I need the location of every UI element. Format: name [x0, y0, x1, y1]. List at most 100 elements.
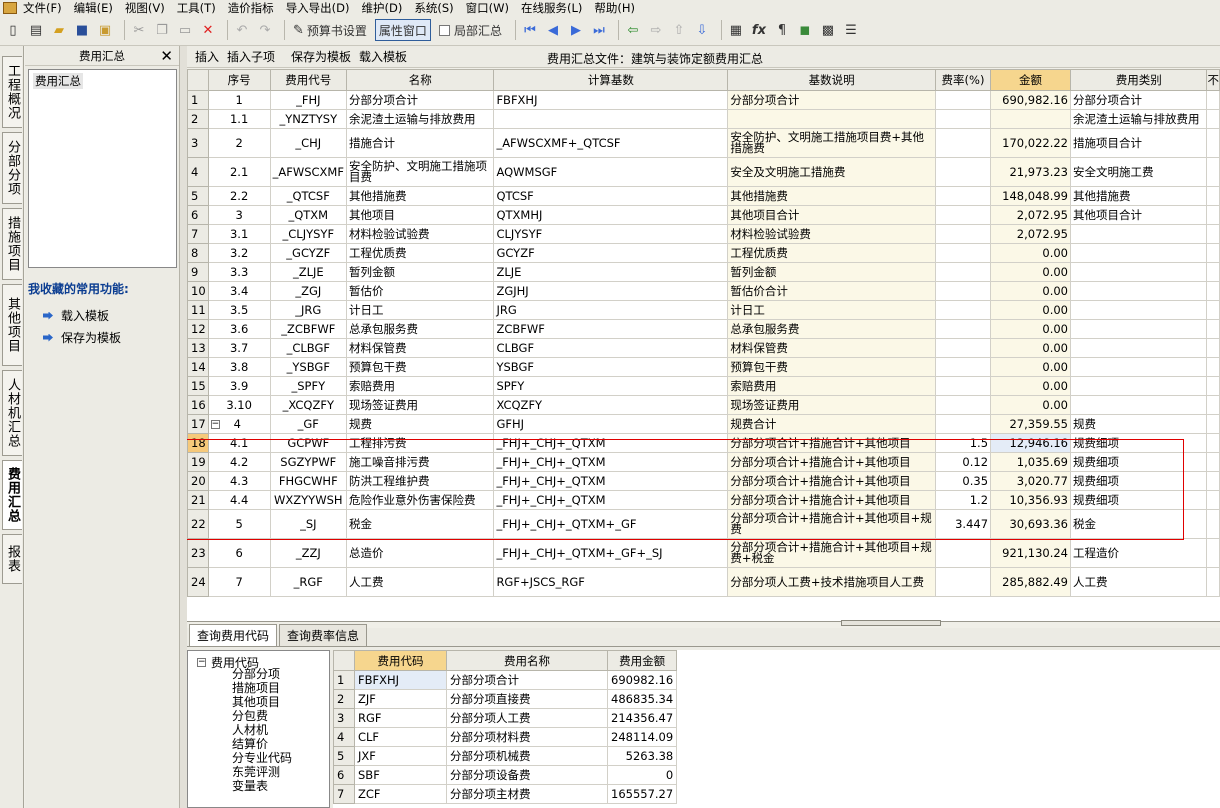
table-row[interactable]: 5 2.2 _QTCSF 其他措施费 QTCSF 其他措施费 148,048.99 其他措施费 — [187, 186, 1220, 206]
cell-name[interactable]: 税金 — [345, 509, 495, 539]
cell-category[interactable] — [1069, 395, 1208, 415]
cell-category[interactable]: 其他措施费 — [1069, 186, 1208, 206]
col-name[interactable]: 名称 — [345, 69, 495, 91]
name-cell[interactable]: 分部分项材料费 — [446, 727, 608, 747]
cell-amount[interactable]: 30,693.36 — [990, 509, 1071, 539]
cell-base-desc[interactable]: 分部分项合计+措施合计+其他项目 — [727, 490, 936, 510]
cell-seq[interactable]: 3.6 — [207, 319, 271, 339]
name-cell[interactable]: 分部分项人工费 — [446, 708, 608, 728]
move-right-icon[interactable]: ⇨ — [647, 19, 665, 41]
cell-code[interactable]: _GF — [269, 414, 347, 434]
cell-amount[interactable]: 921,130.24 — [990, 538, 1071, 568]
code-cell[interactable]: ZCF — [354, 784, 447, 804]
menu-tools[interactable]: 工具(T) — [177, 0, 216, 16]
code-cell[interactable]: SBF — [354, 765, 447, 785]
tree-leaf[interactable]: 分专业代码 — [232, 752, 292, 764]
table-row[interactable]: 1 1 _FHJ 分部分项合计 FBFXHJ 分部分项合计 690,982.16 分部分项合计 — [187, 90, 1220, 110]
table-row[interactable]: 3 2 _CHJ 措施合计 _AFWSCXMF+_QTCSF 安全防护、文明施工措施项目费… — [187, 128, 1220, 158]
move-left-icon[interactable]: ⇦ — [624, 19, 642, 41]
cell-base-desc[interactable]: 预算包干费 — [727, 357, 936, 377]
cell-rate[interactable] — [934, 157, 992, 187]
cell-base-desc[interactable]: 暂列金额 — [727, 262, 936, 282]
cell-category[interactable] — [1069, 224, 1208, 244]
col-base[interactable]: 计算基数 — [493, 69, 729, 91]
tree-leaf[interactable]: 变量表 — [232, 780, 268, 792]
cell-base[interactable]: SPFY — [493, 376, 729, 396]
cell-amount[interactable]: 0.00 — [990, 300, 1071, 320]
cell-base-desc[interactable]: 分部分项合计+措施合计+其他项目+规费+税金 — [727, 538, 936, 568]
cell-base-desc[interactable] — [727, 109, 936, 129]
cell-name[interactable]: 危险作业意外伤害保险费 — [345, 490, 495, 510]
cell-base-desc[interactable]: 分部分项合计+措施合计+其他项目 — [727, 433, 936, 453]
fav-load-template[interactable]: 载入模板 — [43, 307, 109, 324]
name-cell[interactable]: 分部分项合计 — [446, 670, 608, 690]
cell-code[interactable]: _ZGJ — [269, 281, 347, 301]
cell-base[interactable] — [493, 109, 729, 129]
cell-rate[interactable] — [934, 319, 992, 339]
cell-name[interactable]: 分部分项合计 — [345, 90, 495, 110]
tree-leaf[interactable]: 分部分项 — [232, 668, 280, 680]
cell-base[interactable]: RGF+JSCS_RGF — [493, 567, 729, 597]
menu-import-export[interactable]: 导入导出(D) — [286, 0, 350, 16]
table-row[interactable]: 19 4.2 SGZYPWF 施工噪音排污费 _FHJ+_CHJ+_QTXM 分部分项合计… — [187, 452, 1220, 472]
tree-leaf[interactable]: 分包费 — [232, 710, 268, 722]
cell-category[interactable] — [1069, 262, 1208, 282]
table-row[interactable]: 16 3.10 _XCQZFY 现场签证费用 XCQZFY 现场签证费用 0.00 — [187, 395, 1220, 415]
cell-base[interactable]: CLBGF — [493, 338, 729, 358]
table-row[interactable]: 23 6 _ZZJ 总造价 _FHJ+_CHJ+_QTXM+_GF+_SJ 分部分项合计+… — [187, 538, 1220, 568]
cell-seq[interactable]: 3.2 — [207, 243, 271, 263]
panel-splitter[interactable] — [179, 46, 187, 808]
cell-code[interactable]: _QTXM — [269, 205, 347, 225]
cell-base-desc[interactable]: 材料保管费 — [727, 338, 936, 358]
first-icon[interactable]: ⏮ — [521, 19, 539, 41]
cell-rate[interactable] — [934, 109, 992, 129]
cell-name[interactable]: 暂估价 — [345, 281, 495, 301]
fav-save-template[interactable]: 保存为模板 — [43, 329, 121, 346]
name-cell[interactable]: 分部分项机械费 — [446, 746, 608, 766]
cell-base-desc[interactable]: 其他措施费 — [727, 186, 936, 206]
cell-base[interactable]: _AFWSCXMF+_QTCSF — [493, 128, 729, 158]
cube-icon[interactable]: ◼ — [796, 19, 814, 41]
menu-window[interactable]: 窗口(W) — [466, 0, 509, 16]
cell-seq[interactable]: 2.2 — [207, 186, 271, 206]
cell-category[interactable]: 安全文明施工费 — [1069, 157, 1208, 187]
cell-rate[interactable] — [934, 414, 992, 434]
cell-name[interactable]: 现场签证费用 — [345, 395, 495, 415]
cell-rate[interactable] — [934, 538, 992, 568]
tab-measures[interactable]: 措施项目 — [2, 208, 22, 280]
cell-seq[interactable]: 1 — [207, 90, 271, 110]
cell-base[interactable]: ZGJHJ — [493, 281, 729, 301]
bcol-code[interactable]: 费用代码 — [354, 650, 447, 671]
cell-rate[interactable] — [934, 395, 992, 415]
cell-category[interactable] — [1069, 319, 1208, 339]
cell-base-desc[interactable]: 分部分项合计 — [727, 90, 936, 110]
cell-base[interactable]: FBFXHJ — [493, 90, 729, 110]
code-row[interactable]: 3 RGF 分部分项人工费 214356.47 — [333, 708, 678, 728]
tree-item-cost-summary[interactable]: 费用汇总 — [33, 73, 83, 89]
tree-leaf[interactable]: 结算价 — [232, 738, 268, 750]
cell-seq[interactable]: 3.3 — [207, 262, 271, 282]
table-row[interactable]: 12 3.6 _ZCBFWF 总承包服务费 ZCBFWF 总承包服务费 0.00 — [187, 319, 1220, 339]
menu-maintain[interactable]: 维护(D) — [362, 0, 403, 16]
cell-rate[interactable]: 1.5 — [934, 433, 992, 453]
tree-leaf[interactable]: 其他项目 — [232, 696, 280, 708]
cell-base-desc[interactable]: 现场签证费用 — [727, 395, 936, 415]
cell-code[interactable]: _YNZTYSY — [269, 109, 347, 129]
local-summary-toggle[interactable]: 局部汇总 — [436, 19, 505, 41]
cell-name[interactable]: 其他项目 — [345, 205, 495, 225]
name-cell[interactable]: 分部分项直接费 — [446, 689, 608, 709]
cell-name[interactable]: 施工噪音排污费 — [345, 452, 495, 472]
cell-name[interactable]: 防洪工程维护费 — [345, 471, 495, 491]
delete-icon[interactable]: ✕ — [199, 19, 217, 41]
cell-seq[interactable]: 3.7 — [207, 338, 271, 358]
cell-base-desc[interactable]: 分部分项人工费+技术措施项目人工费 — [727, 567, 936, 597]
collapse-icon[interactable]: − — [197, 658, 206, 667]
cell-name[interactable]: 工程排污费 — [345, 433, 495, 453]
cell-seq[interactable]: 3.4 — [207, 281, 271, 301]
cell-code[interactable]: SGZYPWF — [269, 452, 347, 472]
code-row[interactable]: 6 SBF 分部分项设备费 0 — [333, 765, 678, 785]
cell-rate[interactable]: 0.12 — [934, 452, 992, 472]
cell-code[interactable]: _CLBGF — [269, 338, 347, 358]
cell-name[interactable]: 规费 — [345, 414, 495, 434]
attr-window-button[interactable]: 属性窗口 — [374, 19, 431, 41]
